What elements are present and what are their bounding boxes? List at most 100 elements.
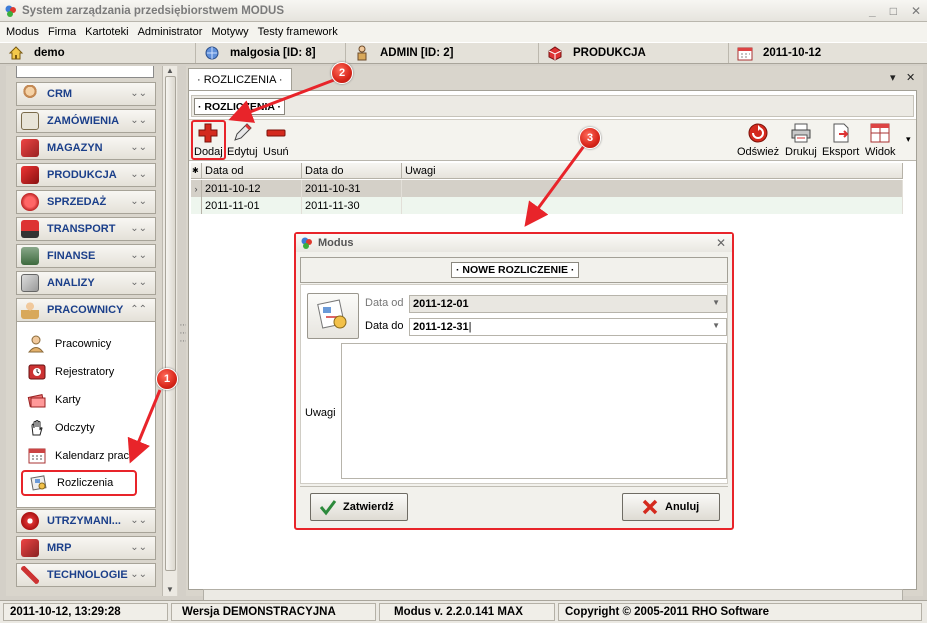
print-button[interactable]: Drukuj — [785, 122, 817, 158]
edit-button[interactable]: Edytuj — [227, 122, 258, 158]
scroll-up-icon[interactable]: ▲ — [166, 66, 174, 75]
dialog-close-icon[interactable]: ✕ — [716, 236, 726, 250]
new-settlement-dialog: Modus ✕ · NOWE ROZLICZENIE · Data od 201… — [294, 232, 734, 530]
sub-item-rejestratory[interactable]: Rejestratory — [27, 362, 114, 382]
status-copyright: Copyright © 2005-2011 RHO Software — [558, 603, 922, 621]
sidebar-item-analizy[interactable]: ANALIZY ⌄⌄ — [16, 271, 156, 295]
dialog-header-label: · NOWE ROZLICZENIE · — [451, 262, 580, 278]
scroll-down-icon[interactable]: ▼ — [166, 585, 174, 594]
sidebar-item-mrp[interactable]: MRP ⌄⌄ — [16, 536, 156, 560]
date-from-label: Data od — [365, 297, 404, 309]
grid-corner: ✱ — [191, 163, 202, 179]
date-to-field[interactable]: 2011-12-31 | ▼ — [409, 318, 727, 336]
company-cell: demo — [0, 43, 196, 63]
col-header-uwagi[interactable]: Uwagi — [402, 163, 903, 179]
subtab-rozliczenia[interactable]: · ROZLICZENIA · — [194, 98, 286, 115]
sub-item-rozliczenia[interactable]: Rozliczenia — [21, 470, 137, 496]
status-datetime: 2011-10-12, 13:29:28 — [3, 603, 168, 621]
sub-item-pracownicy[interactable]: Pracownicy — [27, 334, 111, 354]
tab-strip: · ROZLICZENIA · ▾ ✕ — [186, 66, 923, 90]
chevron-down-icon: ⌄⌄ — [130, 169, 147, 180]
employee-icon — [27, 335, 47, 353]
chevron-down-icon: ⌄⌄ — [130, 142, 147, 153]
export-button[interactable]: Eksport — [822, 122, 859, 158]
close-window-button[interactable]: ✕ — [911, 4, 921, 18]
menu-firma[interactable]: Firma — [48, 26, 76, 38]
panel-splitter[interactable]: ⋮⋮⋮ — [178, 66, 188, 596]
chevron-down-icon: ⌄⌄ — [130, 515, 147, 526]
orders-icon — [21, 112, 39, 130]
scrollbar-thumb[interactable] — [165, 76, 176, 571]
sub-item-odczyty[interactable]: Odczyty — [27, 418, 95, 438]
sidebar-item-finanse[interactable]: FINANSE ⌄⌄ — [16, 244, 156, 268]
table-row[interactable]: 2011-11-01 2011-11-30 — [191, 197, 903, 214]
maximize-button[interactable]: □ — [890, 4, 897, 18]
export-icon — [830, 122, 852, 144]
tab-menu-icon[interactable]: ▾ — [890, 71, 896, 84]
step-marker-3: 3 — [579, 127, 601, 149]
date-to-label: Data do — [365, 320, 404, 332]
tools-icon — [21, 566, 39, 584]
sidebar-item-crm[interactable]: CRM ⌄⌄ — [16, 82, 156, 106]
toolbar-overflow-icon[interactable]: ▾ — [906, 134, 911, 145]
sidebar-item-magazyn[interactable]: MAGAZYN ⌄⌄ — [16, 136, 156, 160]
cards-icon — [27, 391, 47, 409]
sales-icon — [21, 193, 39, 211]
menu-motywy[interactable]: Motywy — [211, 26, 248, 38]
module-cell: PRODUKCJA — [539, 43, 729, 63]
mrp-icon — [21, 539, 39, 557]
add-button[interactable]: Dodaj — [191, 120, 226, 160]
pracownicy-submenu: Pracownicy Rejestratory Karty Odczyty Ka… — [16, 322, 156, 508]
sidebar-item-pracownicy[interactable]: PRACOWNICY ⌃⌃ — [16, 298, 156, 322]
menu-administrator[interactable]: Administrator — [138, 26, 203, 38]
sidebar-item-technologie[interactable]: TECHNOLOGIE ⌄⌄ — [16, 563, 156, 587]
sidebar-item-utrzymanie[interactable]: UTRZYMANI... ⌄⌄ — [16, 509, 156, 533]
refresh-button[interactable]: Odśwież — [737, 122, 779, 158]
refresh-icon — [747, 122, 769, 144]
chevron-down-icon: ⌄⌄ — [130, 88, 147, 99]
col-header-data-od[interactable]: Data od — [202, 163, 302, 179]
menu-kartoteki[interactable]: Kartoteki — [85, 26, 128, 38]
analysis-icon — [21, 274, 39, 292]
sidebar-item-transport[interactable]: TRANSPORT ⌄⌄ — [16, 217, 156, 241]
settlement-image-icon — [307, 293, 359, 339]
sidebar-item-produkcja[interactable]: PRODUKCJA ⌄⌄ — [16, 163, 156, 187]
employees-icon — [21, 301, 39, 319]
dialog-header: · NOWE ROZLICZENIE · — [300, 257, 728, 283]
home-icon — [8, 45, 24, 61]
view-button[interactable]: Widok — [865, 122, 896, 158]
cancel-button[interactable]: Anuluj — [622, 493, 720, 521]
sub-item-karty[interactable]: Karty — [27, 390, 81, 410]
toolbar: Dodaj Edytuj Usuń Odśwież Drukuj Eksport… — [189, 119, 916, 161]
maintenance-icon — [21, 512, 39, 530]
chevron-down-icon: ⌄⌄ — [130, 196, 147, 207]
dropdown-arrow-icon[interactable]: ▼ — [712, 321, 720, 330]
table-row[interactable]: › 2011-10-12 2011-10-31 — [191, 180, 903, 197]
delete-button[interactable]: Usuń — [263, 122, 289, 158]
notes-textarea[interactable] — [341, 343, 727, 479]
checkmark-icon — [319, 498, 337, 516]
pencil-icon — [231, 122, 253, 144]
production-icon — [21, 166, 39, 184]
sidebar-search-input[interactable] — [16, 66, 154, 78]
sidebar-item-zamowienia[interactable]: ZAMÓWIENIA ⌄⌄ — [16, 109, 156, 133]
sidebar-scrollbar[interactable]: ▲ ▼ — [162, 66, 177, 596]
confirm-button[interactable]: Zatwierdź — [310, 493, 408, 521]
menubar: Modus Firma Kartoteki Administrator Moty… — [0, 22, 927, 42]
sidebar-item-sprzedaz[interactable]: SPRZEDAŻ ⌄⌄ — [16, 190, 156, 214]
dialog-body: Data od 2011-12-01 ▼ Data do 2011-12-31 |… — [300, 284, 728, 484]
tab-rozliczenia[interactable]: · ROZLICZENIA · — [188, 68, 292, 90]
hand-icon — [27, 419, 47, 437]
status-bar: 2011-10-12, 13:29:28 Wersja DEMONSTRACYJ… — [0, 600, 927, 623]
menu-testy[interactable]: Testy framework — [258, 26, 338, 38]
printer-icon — [790, 122, 812, 144]
sub-item-kalendarz[interactable]: Kalendarz prac — [27, 446, 129, 466]
dialog-titlebar: Modus ✕ — [296, 234, 732, 252]
chevron-up-icon: ⌃⌃ — [130, 304, 147, 315]
settlement-icon — [29, 474, 49, 492]
tab-close-icon[interactable]: ✕ — [906, 71, 915, 84]
minimize-button[interactable]: _ — [869, 4, 876, 18]
menu-modus[interactable]: Modus — [6, 26, 39, 38]
chevron-down-icon: ⌄⌄ — [130, 223, 147, 234]
col-header-data-do[interactable]: Data do — [302, 163, 402, 179]
